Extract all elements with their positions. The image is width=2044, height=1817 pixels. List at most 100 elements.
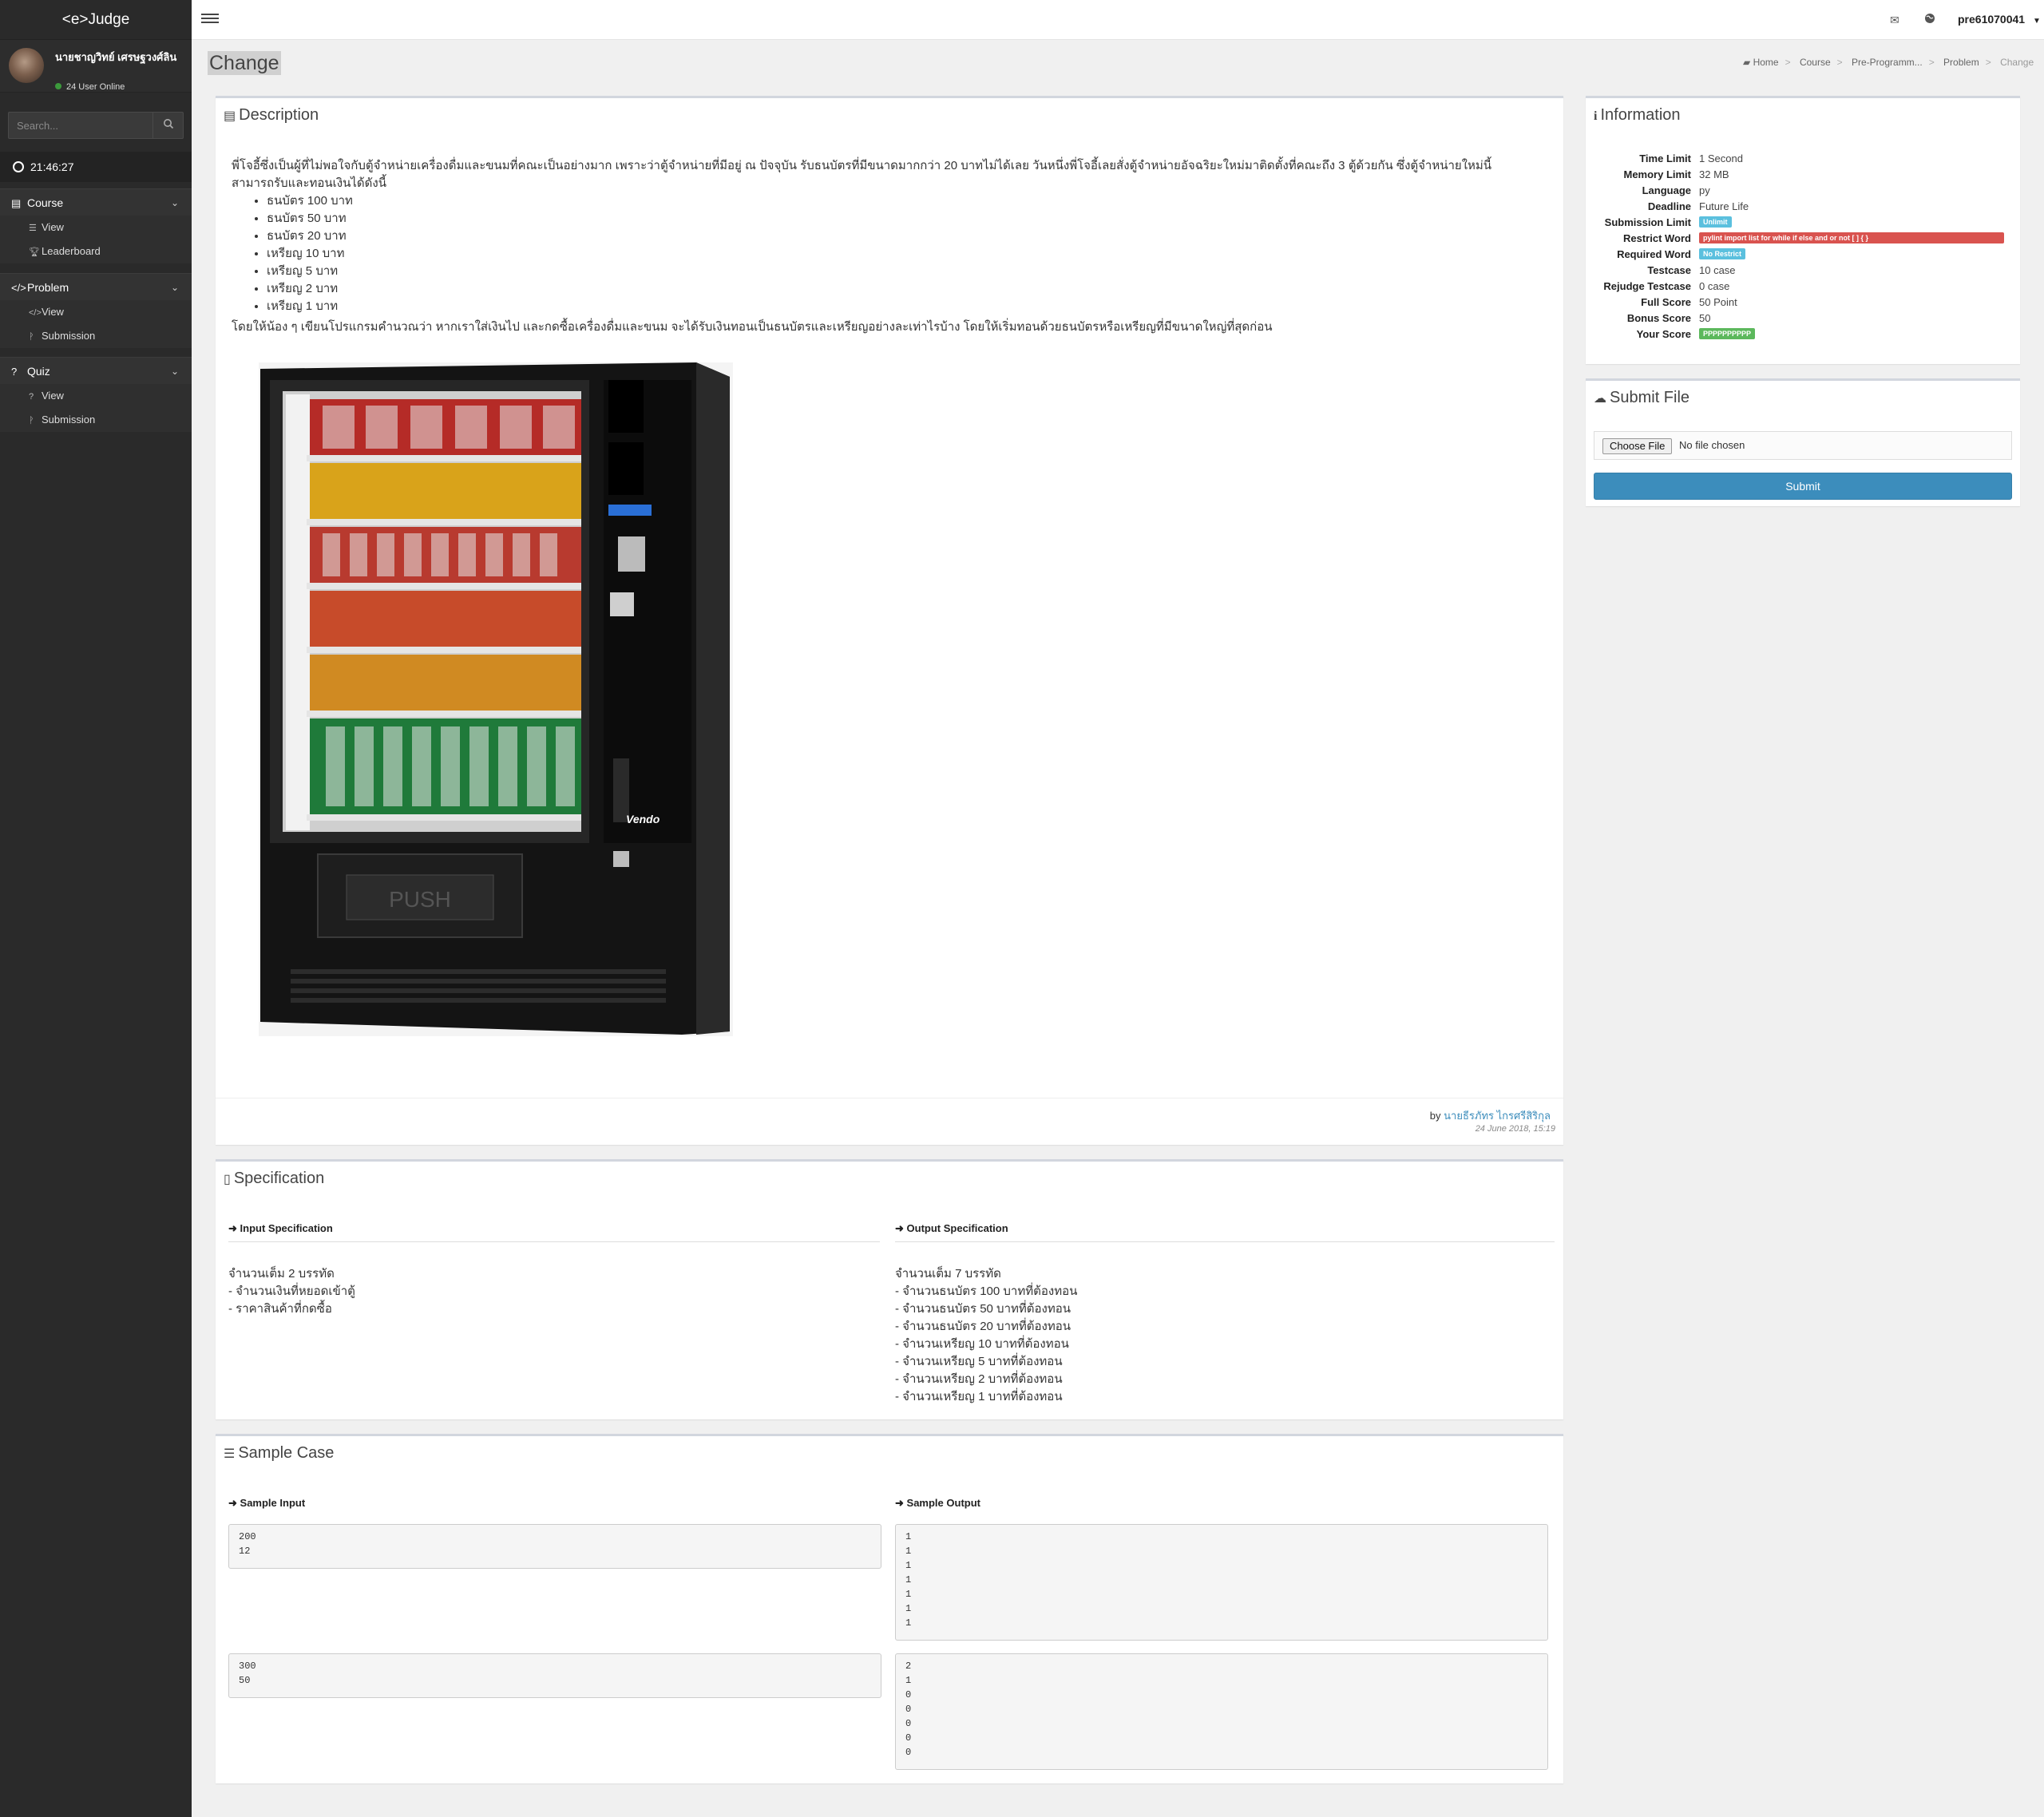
- breadcrumb-course[interactable]: Course: [1800, 57, 1831, 68]
- user-name: นายชาญวิทย์ เศรษฐวงศ์ลิน: [55, 51, 177, 63]
- sample-output-block[interactable]: 1 1 1 1 1 1 1: [895, 1524, 1548, 1641]
- description-panel: ▤ Description พี่โจอี้ซึ่งเป็นผู้ที่ไม่พอ…: [216, 96, 1563, 1145]
- clock: 21:46:27: [0, 152, 192, 182]
- breadcrumb-problem[interactable]: Problem: [1943, 57, 1979, 68]
- sample-output-block[interactable]: 2 1 0 0 0 0 0: [895, 1653, 1548, 1770]
- required-badge: No Restrict: [1699, 248, 1746, 259]
- avatar: [9, 48, 44, 83]
- list-item: เหรียญ 2 บาท: [267, 280, 1549, 298]
- info-row-language: Language py: [1642, 184, 1710, 196]
- sign-in-icon: ➜: [228, 1497, 237, 1509]
- list-icon: ☰: [29, 224, 37, 233]
- divider: [216, 1098, 1563, 1099]
- user-menu[interactable]: pre61070041 ▼: [1958, 13, 2041, 26]
- choose-file-button[interactable]: Choose File: [1602, 438, 1673, 454]
- chevron-down-icon: ⌄: [170, 366, 179, 377]
- search-icon[interactable]: [153, 113, 183, 138]
- brand-logo[interactable]: <e>Judge: [0, 0, 192, 40]
- description-body: พี่โจอี้ซึ่งเป็นผู้ที่ไม่พอใจกับตู้จำหน่…: [232, 157, 1549, 336]
- info-icon: i: [1594, 109, 1598, 123]
- post-date: 24 June 2018, 15:19: [1475, 1124, 1555, 1134]
- question-icon: ?: [29, 392, 34, 402]
- cloud-upload-icon: ☁: [1594, 392, 1606, 406]
- list-item: เหรียญ 5 บาท: [267, 263, 1549, 280]
- online-count: 24 User Online: [66, 82, 125, 92]
- denomination-list: ธนบัตร 100 บาท ธนบัตร 50 บาท ธนบัตร 20 บ…: [232, 192, 1549, 315]
- info-row-required-word: Required Word No Restrict: [1594, 247, 2004, 263]
- question-icon: ?: [11, 366, 18, 378]
- folder-icon: ▰: [1743, 57, 1751, 68]
- output-spec-text: จำนวนเต็ม 7 บรรทัด - จำนวนธนบัตร 100 บาท…: [895, 1267, 1078, 1403]
- sample-case-panel: ☰ Sample Case ➜ Sample Input ➜ Sample Out…: [216, 1434, 1563, 1783]
- caret-down-icon: ▼: [2032, 17, 2041, 26]
- author-link[interactable]: นายธีรภัทร ไกรศรีสิริกุล: [1444, 1110, 1551, 1122]
- vending-machine-image: Vendo PUSH: [259, 362, 733, 1036]
- divider: [895, 1241, 1555, 1242]
- code-icon: </>: [11, 282, 26, 294]
- nav-course-leaderboard[interactable]: 🏆︎ Leaderboard: [0, 239, 192, 263]
- sidebar: <e>Judge นายชาญวิทย์ เศรษฐวงศ์ลิน 24 Use…: [0, 0, 192, 1817]
- specification-panel: ▯ Specification ➜ Input Specification ➜ O…: [216, 1159, 1563, 1419]
- info-row-testcase: Testcase 10 case: [1647, 264, 1736, 276]
- sample-input-heading: ➜ Sample Input: [228, 1497, 306, 1509]
- description-intro-2: สามารถรับและทอนเงินได้ดังนี้: [232, 176, 386, 190]
- info-row-memory-limit: Memory Limit 32 MB: [1623, 168, 1729, 180]
- description-intro: พี่โจอี้ซึ่งเป็นผู้ที่ไม่พอใจกับตู้จำหน่…: [232, 159, 1492, 172]
- nav-quiz-view[interactable]: ? View: [0, 384, 192, 408]
- nav-quiz: ? Quiz ⌄ ? View ᚹ Submission: [0, 357, 192, 432]
- breadcrumb: ▰ Home > Course > Pre-Programm... > Problem…: [1743, 57, 2034, 68]
- sample-input-block[interactable]: 200 12: [228, 1524, 881, 1569]
- nav-quiz-submission[interactable]: ᚹ Submission: [0, 408, 192, 432]
- list-item: ธนบัตร 50 บาท: [267, 210, 1549, 228]
- score-badge: PPPPPPPPPP: [1699, 328, 1756, 339]
- status-badge: Unlimit: [1699, 216, 1732, 228]
- file-input[interactable]: Choose File No file chosen: [1594, 431, 2012, 460]
- restrict-badge: pylint import list for while if else and…: [1699, 232, 2004, 243]
- mail-icon[interactable]: ✉: [1890, 14, 1899, 27]
- information-panel: i Information Time Limit 1 Second Memory L…: [1586, 96, 2020, 364]
- info-row-restrict-word: Restrict Word pylint import list for whil…: [1594, 231, 2004, 247]
- clock-icon: [13, 161, 24, 172]
- nav-problem: </>Problem ⌄ </>View ᚹ Submission: [0, 273, 192, 348]
- output-spec-heading: ➜ Output Specification: [895, 1222, 1008, 1234]
- list-ol-icon: ☰: [224, 1447, 236, 1461]
- info-row-bonus-score: Bonus Score 50: [1626, 312, 1711, 324]
- globe-icon[interactable]: [1924, 13, 1935, 26]
- list-alt-icon: ▤: [224, 109, 236, 123]
- nav-quiz-toggle[interactable]: ? Quiz ⌄: [0, 357, 192, 384]
- list-item: ธนบัตร 20 บาท: [267, 228, 1549, 245]
- list-item: เหรียญ 10 บาท: [267, 245, 1549, 263]
- sign-out-icon: ➜: [895, 1497, 904, 1509]
- information-title: i Information: [1594, 106, 1681, 124]
- hamburger-menu-icon[interactable]: [201, 11, 219, 29]
- description-title: ▤ Description: [224, 106, 319, 124]
- submit-panel: ☁ Submit File Choose File No file chosen …: [1586, 378, 2020, 506]
- push-label: PUSH: [389, 887, 451, 912]
- breadcrumb-current: Change: [2000, 57, 2034, 68]
- breadcrumb-course-name[interactable]: Pre-Programm...: [1852, 57, 1923, 68]
- book-icon: ▤: [11, 197, 22, 209]
- nav-problem-view[interactable]: </>View: [0, 300, 192, 324]
- nav-course-toggle[interactable]: ▤ Course ⌄: [0, 188, 192, 216]
- search-input[interactable]: [9, 113, 153, 138]
- info-row-time-limit: Time Limit 1 Second: [1639, 152, 1743, 164]
- description-task: โดยให้น้อง ๆ เขียนโปรแกรมคำนวณว่า หากเรา…: [232, 320, 1273, 334]
- online-status: 24 User Online: [55, 82, 125, 92]
- info-row-submission-limit: Submission Limit Unlimit: [1594, 215, 2004, 231]
- sidebar-search: [8, 112, 184, 139]
- nav-problem-submission[interactable]: ᚹ Submission: [0, 324, 192, 348]
- input-spec-heading: ➜ Input Specification: [228, 1222, 333, 1234]
- sign-out-icon: ➜: [895, 1222, 904, 1234]
- info-row-deadline: Deadline Future Life: [1647, 200, 1749, 212]
- sample-input-block[interactable]: 300 50: [228, 1653, 881, 1698]
- nav-problem-toggle[interactable]: </>Problem ⌄: [0, 273, 192, 300]
- top-bar: ✉ pre61070041 ▼: [192, 0, 2044, 40]
- author-line: by นายธีรภัทร ไกรศรีสิริกุล: [1429, 1110, 1551, 1122]
- online-dot-icon: [55, 83, 61, 89]
- list-item: เหรียญ 1 บาท: [267, 298, 1549, 315]
- nav-course-view[interactable]: ☰ View: [0, 216, 192, 239]
- file-status: No file chosen: [1679, 439, 1745, 451]
- input-spec-text: จำนวนเต็ม 2 บรรทัด - จำนวนเงินที่หยอดเข้…: [228, 1267, 355, 1316]
- submit-button[interactable]: Submit: [1594, 473, 2012, 500]
- breadcrumb-home[interactable]: Home: [1753, 57, 1779, 68]
